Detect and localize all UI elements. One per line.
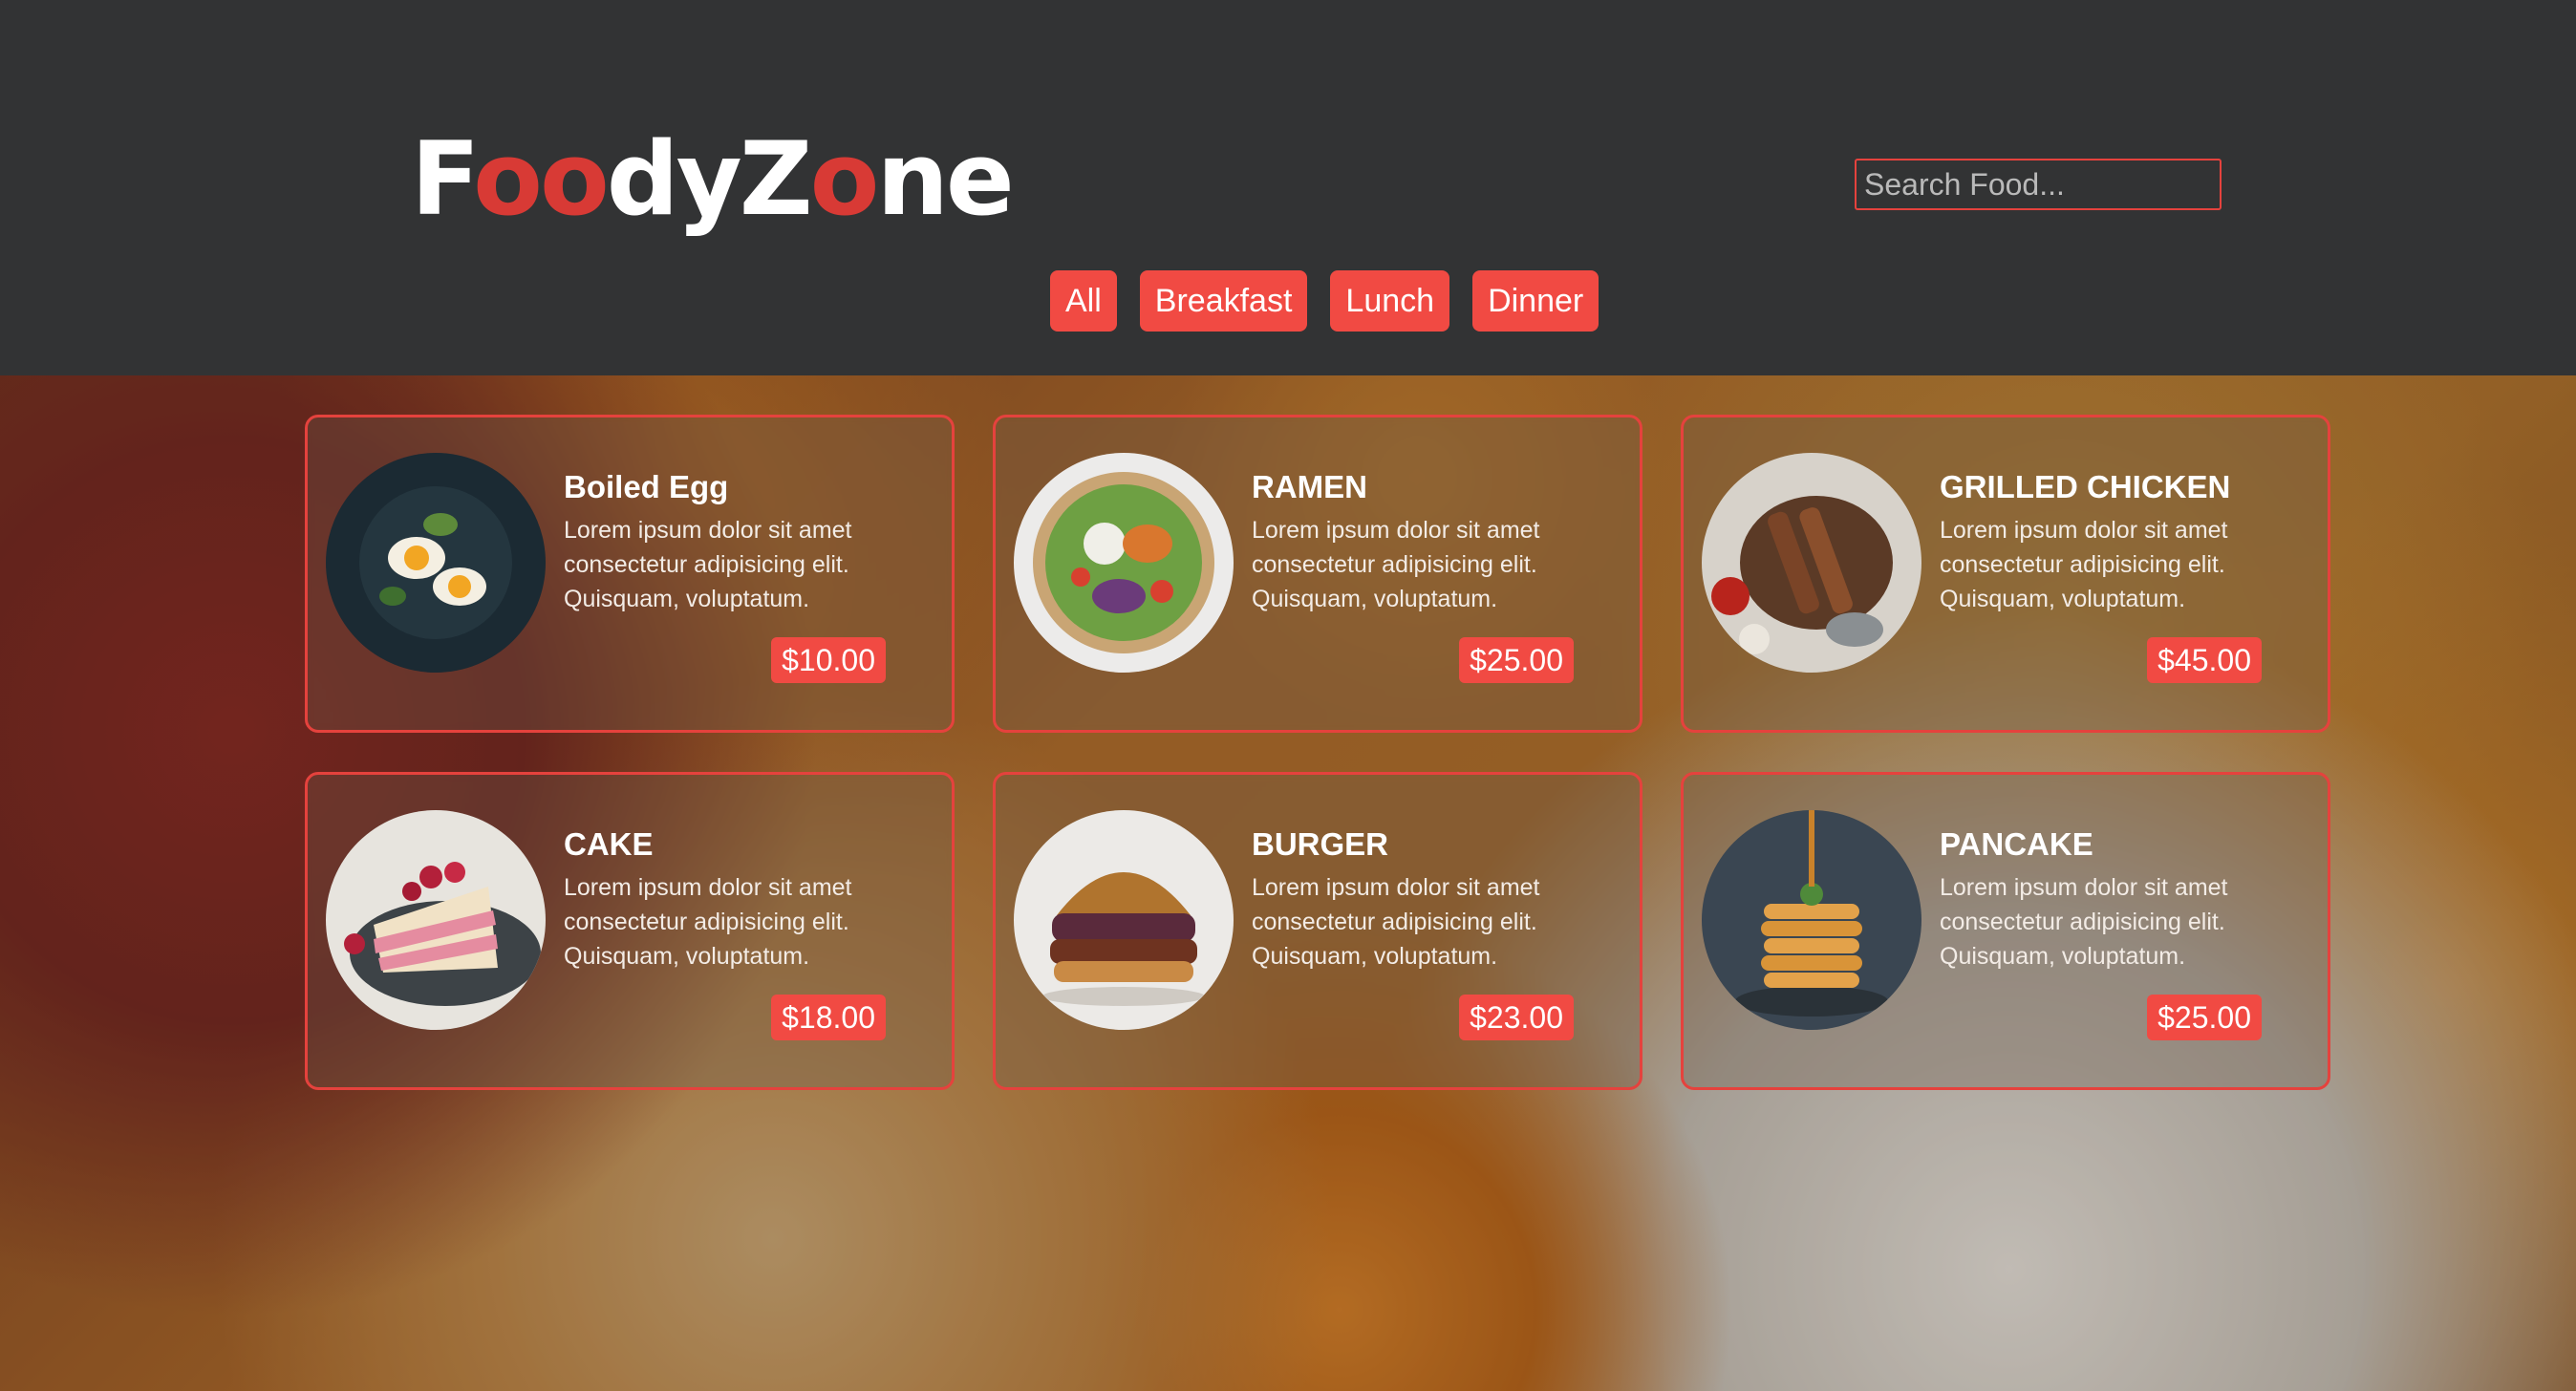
food-name: GRILLED CHICKEN (1940, 469, 2231, 504)
top-header: FoodyZone All Breakfast Lunch Dinner (0, 0, 2576, 375)
food-description: Lorem ipsum dolor sit amet consectetur a… (1940, 874, 2228, 970)
price-button[interactable]: $18.00 (771, 995, 886, 1040)
food-card: GRILLED CHICKEN Lorem ipsum dolor sit am… (1681, 415, 2330, 733)
food-card: RAMEN Lorem ipsum dolor sit amet consect… (993, 415, 1642, 733)
food-description: Lorem ipsum dolor sit amet consectetur a… (564, 874, 852, 970)
filter-all-button[interactable]: All (1050, 270, 1117, 332)
boiled-egg-image (326, 453, 546, 673)
food-description: Lorem ipsum dolor sit amet consectetur a… (1940, 517, 2228, 612)
price-button[interactable]: $25.00 (2147, 995, 2262, 1040)
filter-breakfast-button[interactable]: Breakfast (1139, 270, 1308, 332)
food-name: PANCAKE (1940, 826, 2093, 862)
food-description: Lorem ipsum dolor sit amet consectetur a… (1252, 517, 1540, 612)
foodyzone-logo: FoodyZone (411, 120, 1015, 238)
food-card: BURGER Lorem ipsum dolor sit amet consec… (993, 772, 1642, 1090)
pancake-image (1702, 810, 1921, 1030)
filter-dinner-button[interactable]: Dinner (1472, 270, 1599, 332)
food-description: Lorem ipsum dolor sit amet consectetur a… (564, 517, 852, 612)
food-name: Boiled Egg (564, 469, 729, 504)
food-background-section: Boiled Egg Lorem ipsum dolor sit amet co… (0, 375, 2576, 1391)
food-name: BURGER (1252, 826, 1389, 862)
burger-image (1014, 810, 1234, 1030)
food-description: Lorem ipsum dolor sit amet consectetur a… (1252, 874, 1540, 970)
food-name: CAKE (564, 826, 654, 862)
grilled-chicken-image (1702, 453, 1921, 673)
food-card: Boiled Egg Lorem ipsum dolor sit amet co… (305, 415, 955, 733)
price-button[interactable]: $45.00 (2147, 637, 2262, 683)
price-button[interactable]: $25.00 (1459, 637, 1574, 683)
ramen-bowl-image (1014, 453, 1234, 673)
filter-lunch-button[interactable]: Lunch (1330, 270, 1450, 332)
food-card: PANCAKE Lorem ipsum dolor sit amet conse… (1681, 772, 2330, 1090)
food-card: CAKE Lorem ipsum dolor sit amet consecte… (305, 772, 955, 1090)
cake-image (326, 810, 546, 1030)
category-filters: All Breakfast Lunch Dinner (1050, 270, 1599, 332)
price-button[interactable]: $10.00 (771, 637, 886, 683)
food-name: RAMEN (1252, 469, 1367, 504)
search-food-input[interactable] (1855, 159, 2222, 210)
price-button[interactable]: $23.00 (1459, 995, 1574, 1040)
